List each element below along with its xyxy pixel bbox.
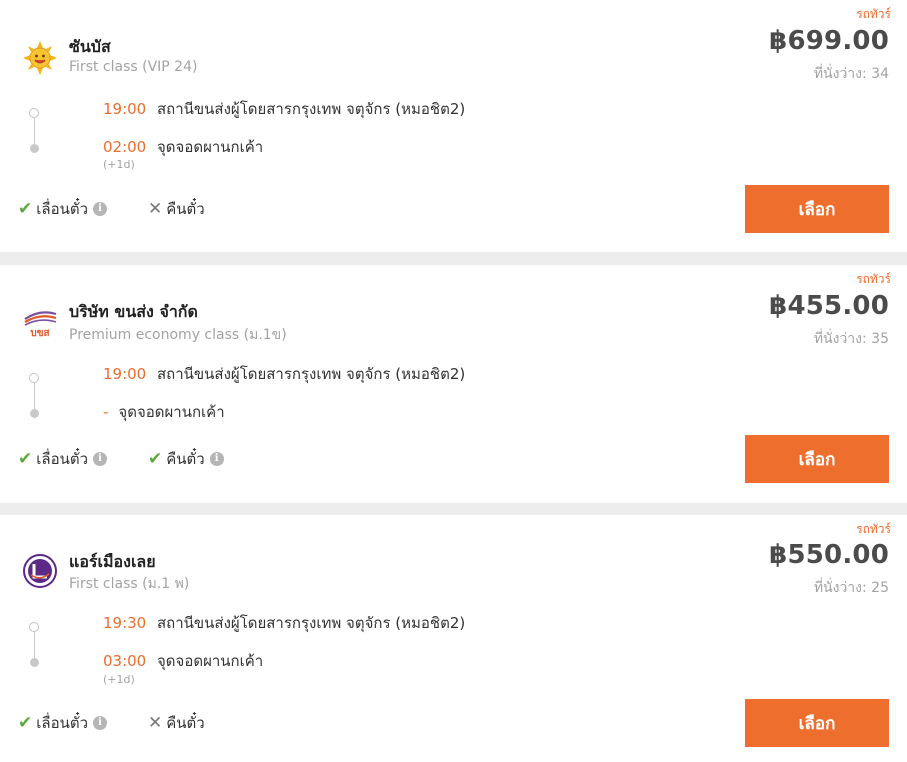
next-day-indicator: (+1d): [103, 158, 135, 171]
vehicle-type-tag: รถทัวร์: [856, 272, 891, 286]
arrival-time: 03:00: [103, 652, 147, 670]
departure-row: 19:00 สถานีขนส่งผู้โดยสารกรุงเทพ จตุจักร …: [103, 97, 465, 121]
operator-name: บริษัท ขนส่ง จำกัด: [69, 302, 198, 321]
sunbus-logo: [22, 40, 58, 76]
seats-available: ที่นั่งว่าง: 35: [813, 331, 889, 347]
change-ticket-label: เลื่อนตั๋ว: [36, 450, 88, 468]
select-button[interactable]: เลือก: [745, 185, 889, 233]
destination-dot-icon: [29, 409, 39, 418]
change-ticket-policy[interactable]: ✔ เลื่อนตั๋ว i: [18, 197, 107, 221]
departure-station: สถานีขนส่งผู้โดยสารกรุงเทพ จตุจักร (หมอช…: [157, 100, 466, 118]
arrival-time: 02:00: [103, 138, 147, 156]
destination-dot-icon: [29, 144, 39, 153]
info-icon[interactable]: i: [209, 452, 224, 466]
seat-class: Premium economy class (ม.1ข): [69, 327, 287, 343]
seats-available: ที่นั่งว่าง: 25: [813, 580, 889, 596]
cross-icon: ✕: [148, 199, 163, 219]
check-icon: ✔: [148, 449, 163, 469]
route-line: [33, 632, 35, 658]
origin-dot-icon: [29, 622, 39, 632]
refund-ticket-label: คืนตั๋ว: [166, 450, 205, 468]
refund-ticket-policy[interactable]: ✔ คืนตั๋ว i: [148, 447, 224, 471]
bks-logo-text: บขส: [30, 328, 50, 339]
route-line: [33, 118, 35, 144]
arrival-row: 02:00 จุดจอดผานกเค้า: [103, 135, 263, 159]
change-ticket-label: เลื่อนตั๋ว: [36, 714, 88, 732]
departure-station: สถานีขนส่งผู้โดยสารกรุงเทพ จตุจักร (หมอช…: [157, 365, 466, 383]
select-button[interactable]: เลือก: [745, 435, 889, 483]
next-day-indicator: (+1d): [103, 673, 135, 686]
departure-row: 19:00 สถานีขนส่งผู้โดยสารกรุงเทพ จตุจักร …: [103, 362, 465, 386]
cross-icon: ✕: [148, 713, 163, 733]
seat-class: First class (VIP 24): [69, 59, 198, 75]
arrival-station: จุดจอดผานกเค้า: [118, 403, 225, 421]
refund-ticket-label: คืนตั๋ว: [166, 714, 205, 732]
refund-ticket-policy: ✕ คืนตั๋ว: [148, 711, 205, 735]
check-icon: ✔: [18, 713, 33, 733]
departure-time: 19:00: [103, 100, 147, 118]
origin-dot-icon: [29, 108, 39, 118]
refund-ticket-label: คืนตั๋ว: [166, 200, 205, 218]
seat-class: First class (ม.1 พ): [69, 576, 190, 592]
trip-card: รถทัวร์ แอร์เมืองเลย First class (ม.1 พ)…: [0, 515, 907, 762]
change-ticket-policy[interactable]: ✔ เลื่อนตั๋ว i: [18, 447, 107, 471]
change-ticket-policy[interactable]: ✔ เลื่อนตั๋ว i: [18, 711, 107, 735]
trip-card: รถทัวร์ บขส บริษัท ขนส่ง จำกัด Premium e…: [0, 265, 907, 503]
bks-logo: บขส: [22, 305, 58, 341]
vehicle-type-tag: รถทัวร์: [856, 7, 891, 21]
departure-row: 19:30 สถานีขนส่งผู้โดยสารกรุงเทพ จตุจักร …: [103, 611, 465, 635]
origin-dot-icon: [29, 373, 39, 383]
price: ฿455.00: [769, 291, 889, 321]
info-icon[interactable]: i: [93, 202, 107, 216]
check-icon: ✔: [18, 449, 33, 469]
operator-name: ซันบัส: [69, 37, 111, 56]
route-line: [33, 383, 35, 409]
refund-ticket-policy: ✕ คืนตั๋ว: [148, 197, 205, 221]
departure-station: สถานีขนส่งผู้โดยสารกรุงเทพ จตุจักร (หมอช…: [157, 614, 466, 632]
price: ฿550.00: [769, 540, 889, 570]
departure-time: 19:00: [103, 365, 147, 383]
select-button[interactable]: เลือก: [745, 699, 889, 747]
departure-time: 19:30: [103, 614, 147, 632]
trip-card: รถทัวร์ ซันบัส First class (VIP 24) ฿699…: [0, 0, 907, 252]
air-muang-loei-logo: [22, 553, 58, 589]
arrival-row: - จุดจอดผานกเค้า: [103, 400, 225, 424]
check-icon: ✔: [18, 199, 33, 219]
seats-available: ที่นั่งว่าง: 34: [813, 66, 889, 82]
destination-dot-icon: [29, 658, 39, 667]
operator-name: แอร์เมืองเลย: [69, 552, 156, 571]
info-icon[interactable]: i: [93, 452, 107, 466]
arrival-row: 03:00 จุดจอดผานกเค้า: [103, 649, 263, 673]
vehicle-type-tag: รถทัวร์: [856, 522, 891, 536]
info-icon[interactable]: i: [93, 716, 107, 730]
arrival-station: จุดจอดผานกเค้า: [157, 138, 264, 156]
arrival-time: -: [103, 403, 109, 421]
arrival-station: จุดจอดผานกเค้า: [157, 652, 264, 670]
change-ticket-label: เลื่อนตั๋ว: [36, 200, 88, 218]
price: ฿699.00: [769, 26, 889, 56]
